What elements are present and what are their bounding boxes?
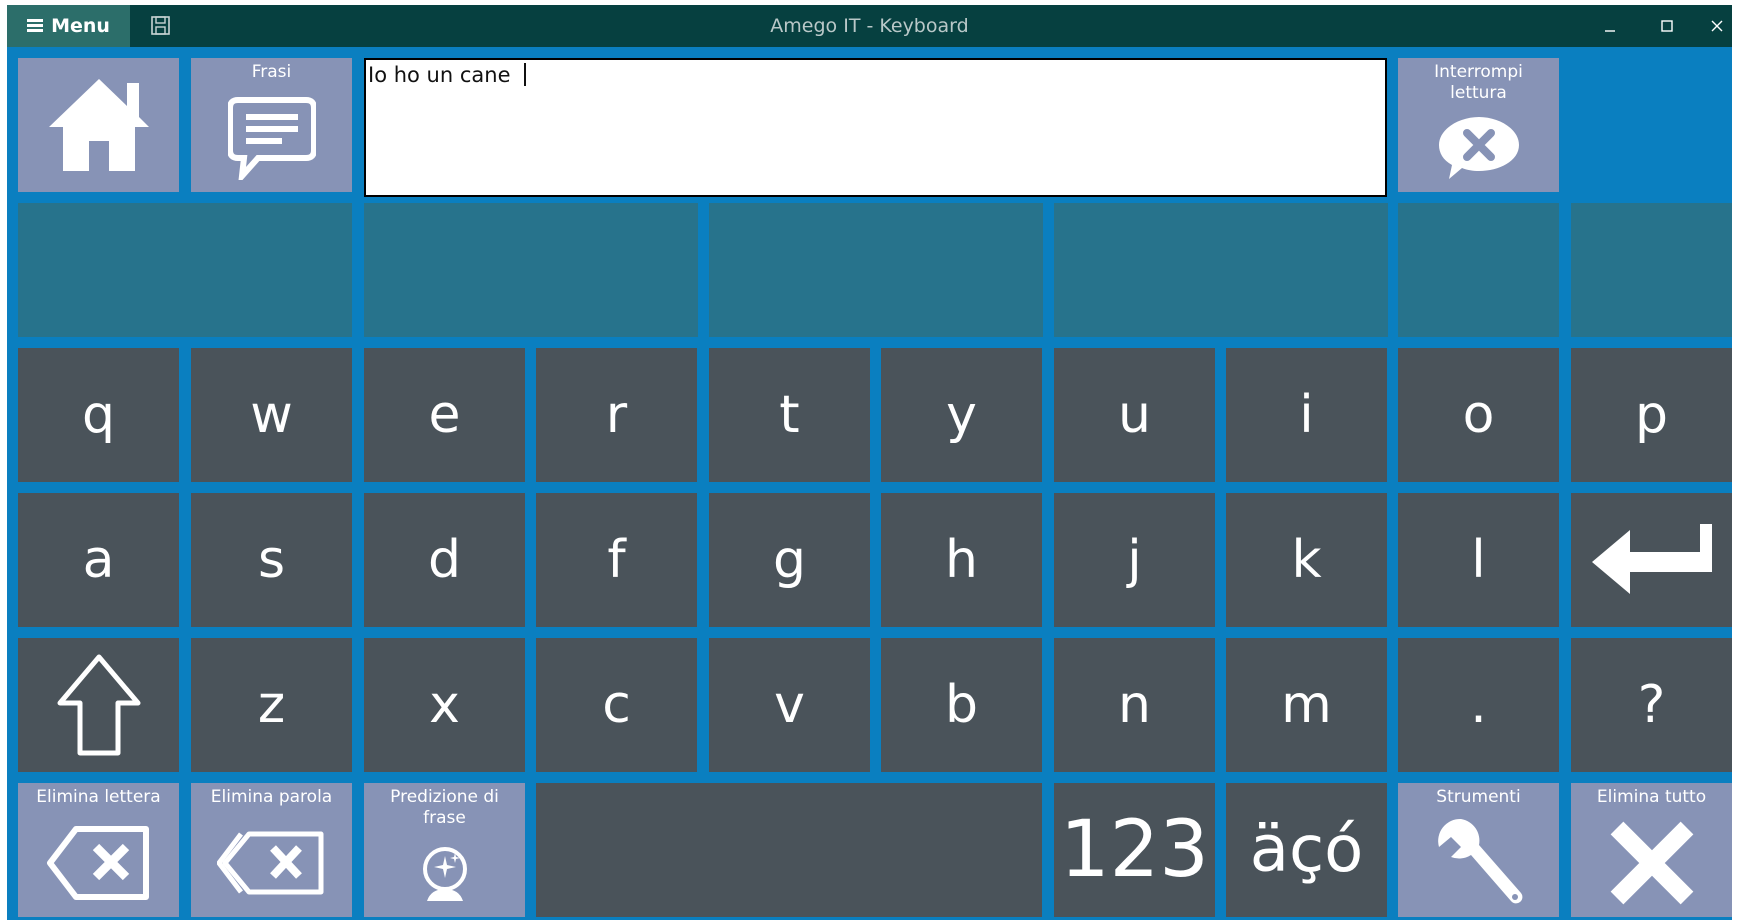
phrases-button[interactable]: Frasi [191,58,352,192]
shift-key[interactable] [18,638,179,772]
key-f[interactable]: f [536,493,697,627]
stop-speech-icon [1438,117,1519,179]
key-y[interactable]: y [881,348,1042,482]
phrases-label: Frasi [251,62,292,82]
sentence-prediction-button[interactable]: Predizione di frase [364,783,525,917]
key-v[interactable]: v [709,638,870,772]
key-p[interactable]: p [1571,348,1732,482]
numbers-key[interactable]: 123 [1054,783,1215,917]
key-o[interactable]: o [1398,348,1559,482]
save-icon[interactable] [150,15,171,36]
key-period[interactable]: . [1398,638,1559,772]
crystal-ball-icon [422,847,467,901]
speech-bubble-icon [227,96,316,180]
key-n[interactable]: n [1054,638,1215,772]
delete-letter-label: Elimina lettera [36,787,161,807]
prediction-slot-5[interactable] [1398,203,1559,337]
key-s[interactable]: s [191,493,352,627]
key-m[interactable]: m [1226,638,1387,772]
home-button[interactable] [18,58,179,192]
window-title: Amego IT - Keyboard [770,15,969,37]
accents-key[interactable]: äçó [1226,783,1387,917]
key-g[interactable]: g [709,493,870,627]
home-icon [48,79,149,171]
key-j[interactable]: j [1054,493,1215,627]
minimize-button[interactable] [1585,5,1635,47]
maximize-icon [1661,20,1673,32]
close-button[interactable] [1692,5,1739,47]
key-l[interactable]: l [1398,493,1559,627]
key-x[interactable]: x [364,638,525,772]
prediction-slot-3[interactable] [709,203,1043,337]
app-window: Menu Amego IT - Keyboard Frasi Io ho un … [7,5,1732,920]
key-k[interactable]: k [1226,493,1387,627]
delete-all-button[interactable]: Elimina tutto [1571,783,1732,917]
key-b[interactable]: b [881,638,1042,772]
sentence-prediction-label: Predizione di frase [390,787,499,828]
text-value: Io ho un cane [368,63,518,87]
delete-word-icon [216,831,323,894]
shift-arrow-icon [57,654,140,756]
big-x-icon [1610,821,1693,904]
title-bar: Menu Amego IT - Keyboard [7,5,1732,47]
stop-reading-label: Interrompi lettura [1434,62,1523,103]
menu-label: Menu [51,15,110,37]
prediction-slot-1[interactable] [18,203,352,337]
space-key[interactable] [536,783,1042,917]
delete-letter-button[interactable]: Elimina lettera [18,783,179,917]
maximize-button[interactable] [1642,5,1692,47]
key-e[interactable]: e [364,348,525,482]
stop-reading-button[interactable]: Interrompi lettura [1398,58,1559,192]
key-a[interactable]: a [18,493,179,627]
key-t[interactable]: t [709,348,870,482]
tools-button[interactable]: Strumenti [1398,783,1559,917]
key-i[interactable]: i [1226,348,1387,482]
key-u[interactable]: u [1054,348,1215,482]
prediction-slot-4[interactable] [1054,203,1388,337]
prediction-slot-2[interactable] [364,203,698,337]
delete-word-button[interactable]: Elimina parola [191,783,352,917]
text-caret [524,63,527,86]
key-h[interactable]: h [881,493,1042,627]
wrench-icon [1437,818,1522,903]
prediction-slot-6[interactable] [1571,203,1732,337]
key-question-mark[interactable]: ? [1571,638,1732,772]
tools-label: Strumenti [1436,787,1521,807]
delete-word-label: Elimina parola [210,787,333,807]
backspace-icon [46,825,149,900]
minimize-icon [1605,30,1615,32]
key-d[interactable]: d [364,493,525,627]
key-c[interactable]: c [536,638,697,772]
enter-icon [1591,524,1712,594]
key-r[interactable]: r [536,348,697,482]
text-input[interactable]: Io ho un cane [364,58,1387,197]
key-z[interactable]: z [191,638,352,772]
hamburger-icon [27,19,44,33]
menu-button[interactable]: Menu [7,5,130,47]
close-icon [1711,20,1723,32]
key-q[interactable]: q [18,348,179,482]
key-w[interactable]: w [191,348,352,482]
enter-key[interactable] [1571,493,1732,627]
delete-all-label: Elimina tutto [1596,787,1707,807]
